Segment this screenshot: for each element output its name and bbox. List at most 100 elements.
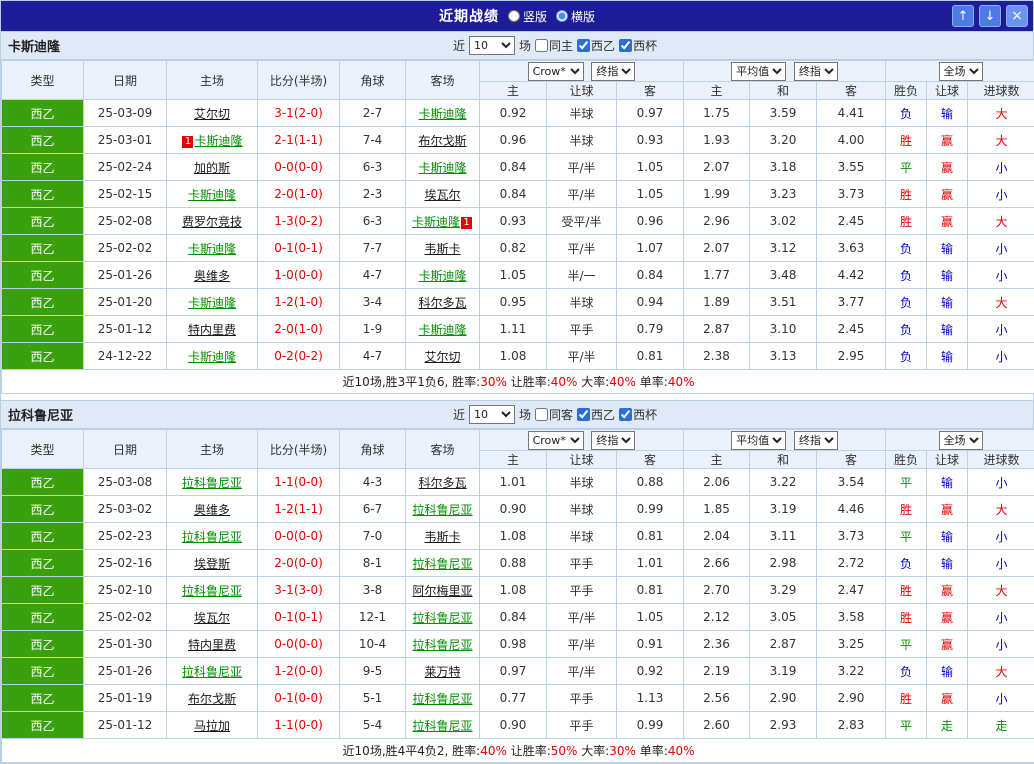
team-link[interactable]: 卡斯迪隆 [418,323,466,337]
team-link[interactable]: 奥维多 [194,503,230,517]
team-link[interactable]: 埃瓦尔 [194,611,230,625]
team-link[interactable]: 马拉加 [194,719,230,733]
col-away: 客场 [406,430,480,469]
team-link[interactable]: 阿尔梅里亚 [412,584,472,598]
match-result: 平 [886,154,927,181]
same-venue-option[interactable]: 同主 [535,37,573,54]
team-link[interactable]: 卡斯迪隆 [412,215,460,229]
goals-result: 小 [968,316,1034,343]
team-link[interactable]: 拉科鲁尼亚 [412,692,472,706]
team-link[interactable]: 埃瓦尔 [424,188,460,202]
avg-home-odds: 2.07 [684,235,750,262]
away-team-cell: 拉科鲁尼亚 [406,496,480,523]
away-team-cell: 卡斯迪隆 [406,100,480,127]
team-link[interactable]: 拉科鲁尼亚 [412,503,472,517]
full-match-select[interactable]: 全场 [939,62,983,81]
layout-horizontal-label: 横版 [571,8,595,25]
same-venue-checkbox[interactable] [535,408,548,421]
match-result: 负 [886,343,927,370]
odds-final-select[interactable]: 终指 [591,431,635,450]
team-link[interactable]: 费罗尔竞技 [182,215,242,229]
team-link[interactable]: 卡斯迪隆 [418,161,466,175]
handicap-result: 输 [927,658,968,685]
team-link[interactable]: 卡斯迪隆 [418,269,466,283]
team-link[interactable]: 拉科鲁尼亚 [182,476,242,490]
match-row: 西乙25-02-08费罗尔竞技1-3(0-2)6-3卡斯迪隆10.93受平/半0… [2,208,1034,235]
score-cell: 2-0(1-0) [258,181,340,208]
team-link[interactable]: 布尔戈斯 [418,134,466,148]
team-link[interactable]: 卡斯迪隆 [188,188,236,202]
team-link[interactable]: 艾尔切 [424,350,460,364]
team-link[interactable]: 拉科鲁尼亚 [412,557,472,571]
avg-away-odds: 3.54 [817,469,886,496]
same-venue-checkbox[interactable] [535,39,548,52]
section-header: 拉科鲁尼亚 近 10 场 同客 西乙 西杯 [1,401,1033,429]
average-select[interactable]: 平均值 [731,62,786,81]
layout-horizontal-radio[interactable] [556,10,568,22]
team-link[interactable]: 特内里费 [188,323,236,337]
team-link[interactable]: 拉科鲁尼亚 [412,719,472,733]
league-cup-checkbox[interactable] [619,39,632,52]
away-odds: 0.88 [617,469,684,496]
team-link[interactable]: 拉科鲁尼亚 [182,530,242,544]
move-down-button[interactable]: ↓ [979,5,1001,27]
home-odds: 0.95 [480,289,547,316]
match-date: 25-03-08 [84,469,167,496]
league-segunda-checkbox[interactable] [577,408,590,421]
league-cup-option[interactable]: 西杯 [619,406,657,423]
league-segunda-checkbox[interactable] [577,39,590,52]
away-team-cell: 卡斯迪隆 [406,154,480,181]
team-link[interactable]: 埃登斯 [194,557,230,571]
match-result: 负 [886,262,927,289]
team-link[interactable]: 拉科鲁尼亚 [182,584,242,598]
team-link[interactable]: 科尔多瓦 [418,476,466,490]
average-final-select[interactable]: 终指 [794,431,838,450]
league-segunda-option[interactable]: 西乙 [577,406,615,423]
red-card-badge: 1 [182,136,193,148]
team-link[interactable]: 科尔多瓦 [418,296,466,310]
match-result: 胜 [886,496,927,523]
team-link[interactable]: 拉科鲁尼亚 [412,611,472,625]
layout-vertical-radio[interactable] [508,10,520,22]
team-link[interactable]: 奥维多 [194,269,230,283]
move-up-button[interactable]: ↑ [952,5,974,27]
team-link[interactable]: 艾尔切 [194,107,230,121]
full-match-select[interactable]: 全场 [939,431,983,450]
team-link[interactable]: 卡斯迪隆 [418,107,466,121]
league-cup-option[interactable]: 西杯 [619,37,657,54]
away-odds: 0.91 [617,631,684,658]
corners-cell: 5-1 [340,685,406,712]
team-link[interactable]: 加的斯 [194,161,230,175]
matches-table: 类型 日期 主场 比分(半场) 角球 客场 Crow* 终指 平均值 终指 [1,60,1034,394]
close-button[interactable]: × [1006,5,1028,27]
handicap-result: 输 [927,469,968,496]
league-segunda-option[interactable]: 西乙 [577,37,615,54]
odds-final-select[interactable]: 终指 [591,62,635,81]
team-link[interactable]: 拉科鲁尼亚 [182,665,242,679]
team-link[interactable]: 韦斯卡 [424,242,460,256]
odds-company-select[interactable]: Crow* [528,62,584,81]
same-venue-option[interactable]: 同客 [535,406,573,423]
team-link[interactable]: 卡斯迪隆 [188,242,236,256]
team-link[interactable]: 拉科鲁尼亚 [412,638,472,652]
match-row: 西乙25-03-09艾尔切3-1(2-0)2-7卡斯迪隆0.92半球0.971.… [2,100,1034,127]
league-cup-checkbox[interactable] [619,408,632,421]
average-final-select[interactable]: 终指 [794,62,838,81]
layout-vertical-option[interactable]: 竖版 [508,8,547,25]
recent-count-select[interactable]: 10 [469,405,515,424]
recent-count-select[interactable]: 10 [469,36,515,55]
average-select[interactable]: 平均值 [731,431,786,450]
stat-value: 40% [551,375,578,389]
odds-company-select[interactable]: Crow* [528,431,584,450]
team-link[interactable]: 卡斯迪隆 [188,350,236,364]
layout-horizontal-option[interactable]: 横版 [556,8,595,25]
team-link[interactable]: 莱万特 [424,665,460,679]
team-link[interactable]: 特内里费 [188,638,236,652]
team-link[interactable]: 布尔戈斯 [188,692,236,706]
handicap-result: 赢 [927,685,968,712]
team-link[interactable]: 卡斯迪隆 [188,296,236,310]
team-link[interactable]: 韦斯卡 [424,530,460,544]
stat-value: 50% [551,744,578,758]
handicap-line: 平/半 [547,343,617,370]
team-link[interactable]: 卡斯迪隆 [194,134,242,148]
